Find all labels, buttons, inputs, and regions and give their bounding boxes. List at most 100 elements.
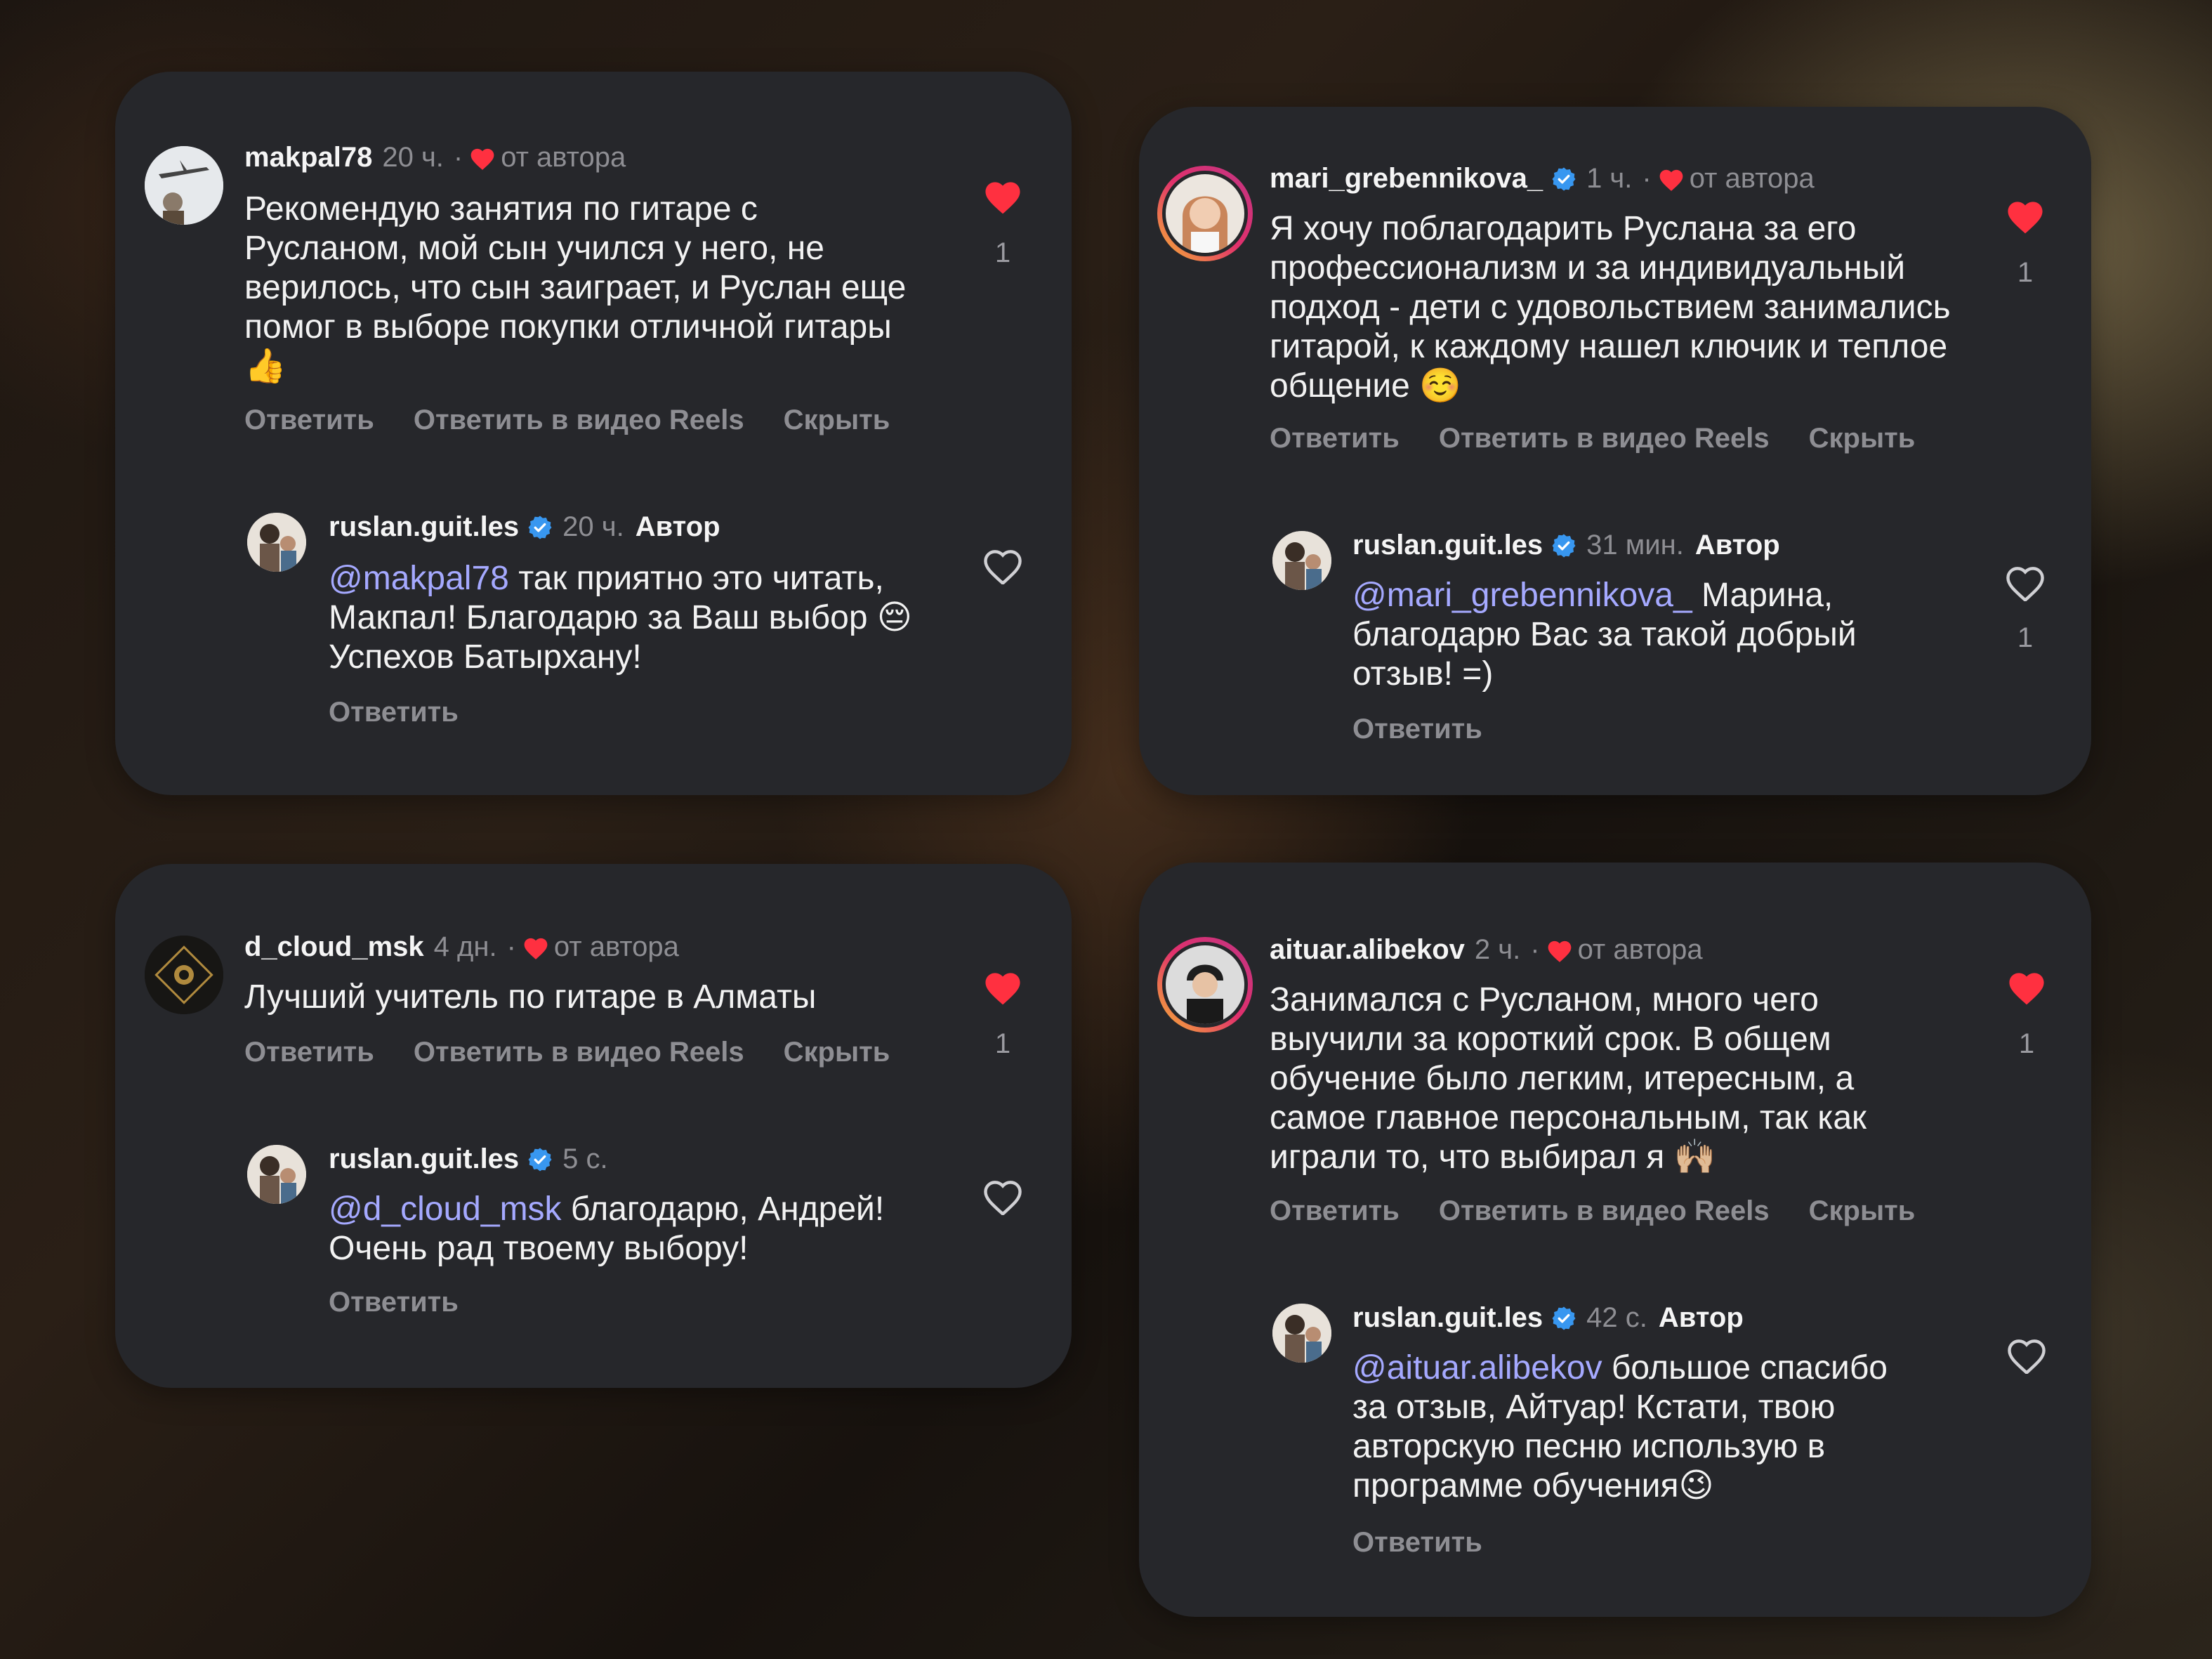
mention-link[interactable]: @d_cloud_msk: [329, 1191, 562, 1228]
like-heart-icon[interactable]: [982, 968, 1024, 1006]
like-heart-outline-icon[interactable]: [982, 546, 1024, 584]
heart-icon: [522, 935, 550, 960]
avatar[interactable]: [1157, 937, 1253, 1032]
reply-text: @makpal78 так приятно это читать, Макпал…: [329, 560, 912, 676]
like-count: 1: [994, 237, 1011, 268]
reply-button[interactable]: Ответить: [1352, 1527, 1482, 1558]
reply-button[interactable]: Ответить: [329, 697, 459, 728]
like-heart-icon[interactable]: [982, 177, 1024, 215]
heart-icon: [1657, 166, 1685, 192]
like-count: 1: [2017, 622, 2034, 653]
comment-meta: makpal78 20 ч. · от автора: [244, 142, 626, 173]
username[interactable]: ruslan.guit.les: [1352, 530, 1543, 561]
author-label: Автор: [1694, 530, 1780, 560]
username[interactable]: makpal78: [244, 142, 372, 173]
reply-reels-button[interactable]: Ответить в видео Reels: [414, 405, 744, 435]
timestamp: 5 с.: [562, 1143, 608, 1174]
verified-badge-icon: [527, 515, 553, 540]
reply-avatar[interactable]: [1272, 531, 1331, 590]
comment-card-2: mari_grebennikova_ 1 ч. · от автора Я хо…: [1139, 107, 2091, 795]
timestamp: 1 ч.: [1586, 163, 1633, 194]
reply-actions: Ответить: [329, 1287, 498, 1318]
reply-button[interactable]: Ответить: [244, 1037, 374, 1068]
username[interactable]: ruslan.guit.les: [329, 511, 519, 543]
reply-button[interactable]: Ответить: [1352, 714, 1482, 745]
author-label: Автор: [635, 511, 720, 542]
reply-reels-button[interactable]: Ответить в видео Reels: [1439, 423, 1770, 454]
reply-actions: Ответить: [329, 697, 498, 728]
reply-text: @aituar.alibekov большое спасибо за отзы…: [1352, 1349, 1888, 1504]
timestamp: 20 ч.: [562, 511, 624, 542]
comment-card-4: aituar.alibekov 2 ч. · от автора Занимал…: [1139, 863, 2091, 1617]
reply-avatar[interactable]: [247, 1145, 306, 1204]
comment-actions: Ответить Ответить в видео Reels Скрыть: [244, 1037, 929, 1068]
author-label: Автор: [1658, 1302, 1744, 1333]
mention-link[interactable]: @makpal78: [329, 560, 509, 597]
separator-dot: ·: [1530, 934, 1540, 965]
reply-button[interactable]: Ответить: [329, 1287, 459, 1318]
hide-button[interactable]: Скрыть: [784, 1037, 890, 1068]
verified-badge-icon: [527, 1147, 553, 1172]
like-heart-icon[interactable]: [2006, 968, 2048, 1006]
reply-reels-button[interactable]: Ответить в видео Reels: [414, 1037, 744, 1068]
like-heart-icon[interactable]: [2004, 197, 2046, 235]
mention-link[interactable]: @aituar.alibekov: [1352, 1349, 1602, 1386]
separator-dot: ·: [1642, 163, 1652, 194]
reply-button[interactable]: Ответить: [1270, 423, 1400, 454]
avatar[interactable]: [145, 936, 223, 1014]
reply-button[interactable]: Ответить: [244, 405, 374, 435]
reply-meta: ruslan.guit.les 20 ч. Автор: [329, 511, 720, 543]
comment-text: Рекомендую занятия по гитаре с Русланом,…: [244, 190, 907, 385]
like-heart-outline-icon[interactable]: [982, 1177, 1024, 1215]
reply-actions: Ответить: [1352, 714, 1522, 745]
like-count: 1: [2017, 257, 2034, 288]
reply-meta: ruslan.guit.les 42 с. Автор: [1352, 1302, 1744, 1334]
comment-text: Занимался с Русланом, много чего выучили…: [1270, 981, 1867, 1176]
hide-button[interactable]: Скрыть: [1809, 1195, 1916, 1226]
comment-text: Лучший учитель по гитаре в Алматы: [244, 978, 817, 1016]
avatar[interactable]: [145, 146, 223, 225]
reply-text: @d_cloud_msk благодарю, Андрей! Очень ра…: [329, 1191, 885, 1267]
hide-button[interactable]: Скрыть: [784, 405, 890, 435]
timestamp: 42 с.: [1586, 1302, 1647, 1333]
comment-meta: mari_grebennikova_ 1 ч. · от автора: [1270, 163, 1815, 195]
timestamp: 20 ч.: [382, 142, 444, 173]
reply-actions: Ответить: [1352, 1527, 1522, 1559]
comment-card-1: makpal78 20 ч. · от автора Рекомендую за…: [115, 72, 1072, 795]
reply-avatar[interactable]: [247, 513, 306, 572]
liked-by-author: от автора: [553, 931, 679, 962]
username[interactable]: ruslan.guit.les: [329, 1143, 519, 1175]
like-heart-outline-icon[interactable]: [2004, 563, 2046, 601]
timestamp: 2 ч.: [1474, 934, 1521, 965]
liked-by-author: от автора: [1689, 163, 1815, 194]
username[interactable]: aituar.alibekov: [1270, 934, 1465, 966]
like-count: 1: [994, 1028, 1011, 1059]
reply-reels-button[interactable]: Ответить в видео Reels: [1439, 1195, 1770, 1226]
heart-icon: [1546, 938, 1574, 963]
comment-actions: Ответить Ответить в видео Reels Скрыть: [1270, 1195, 1954, 1227]
mention-link[interactable]: @mari_grebennikova_: [1352, 577, 1692, 614]
verified-badge-icon: [1551, 166, 1576, 192]
liked-by-author: от автора: [501, 142, 626, 173]
verified-badge-icon: [1551, 1306, 1576, 1331]
reply-button[interactable]: Ответить: [1270, 1195, 1400, 1226]
separator-dot: ·: [453, 142, 463, 173]
comment-text: Я хочу поблагодарить Руслана за его проф…: [1270, 210, 1951, 405]
timestamp: 31 мин.: [1586, 530, 1684, 560]
reply-meta: ruslan.guit.les 31 мин. Автор: [1352, 530, 1780, 561]
verified-badge-icon: [1551, 533, 1576, 558]
heart-icon: [468, 145, 496, 171]
comment-card-3: d_cloud_msk 4 дн. · от автора Лучший учи…: [115, 864, 1072, 1388]
reply-avatar[interactable]: [1272, 1304, 1331, 1363]
username[interactable]: ruslan.guit.les: [1352, 1302, 1543, 1334]
hide-button[interactable]: Скрыть: [1809, 423, 1916, 454]
username[interactable]: mari_grebennikova_: [1270, 163, 1543, 195]
avatar[interactable]: [1157, 166, 1253, 261]
reply-meta: ruslan.guit.les 5 с.: [329, 1143, 608, 1175]
separator-dot: ·: [506, 931, 516, 962]
like-heart-outline-icon[interactable]: [2006, 1336, 2048, 1374]
comment-meta: aituar.alibekov 2 ч. · от автора: [1270, 934, 1703, 966]
comment-actions: Ответить Ответить в видео Reels Скрыть: [1270, 423, 1954, 454]
username[interactable]: d_cloud_msk: [244, 931, 424, 963]
timestamp: 4 дн.: [433, 931, 497, 962]
